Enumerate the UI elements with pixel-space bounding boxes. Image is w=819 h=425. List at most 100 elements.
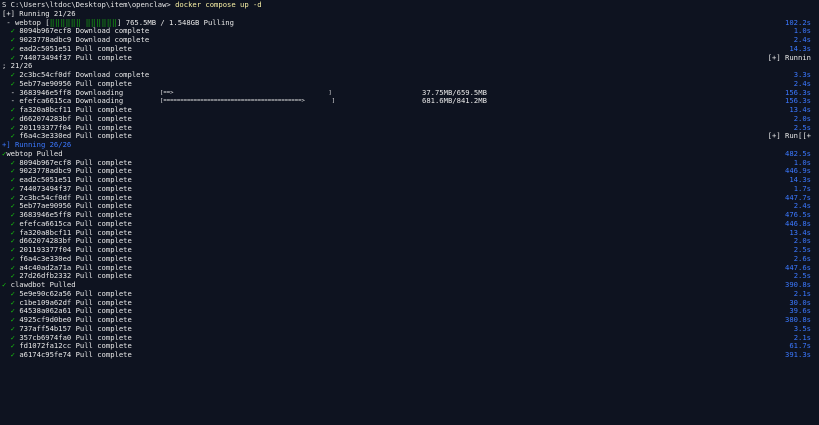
webtop-pulled-label: webtop Pulled — [6, 148, 63, 158]
layer-status: Pull complete — [75, 350, 132, 359]
download-size: 681.6MB/841.2MB — [422, 96, 487, 106]
layer-status: Pull complete — [75, 183, 132, 193]
layer-id: 201193377f04 — [19, 122, 72, 132]
layer-id: 201193377f04 — [19, 245, 72, 254]
layer-id: a4c40ad2a71a — [19, 262, 72, 272]
layer-status: Download complete — [75, 70, 150, 79]
layer-status: Pull complete — [75, 245, 132, 254]
layer-row: ✓ 27d26dfb2332 Pull complete 2.5s — [0, 271, 819, 281]
check-icon: ✓ — [10, 166, 15, 176]
layer-status: Pull complete — [75, 323, 132, 333]
layer-list-2: ✓ 2c3bc54cf0df Download complete 3.3s ✓ 5… — [0, 70, 819, 141]
check-icon: ✓ — [10, 245, 15, 254]
prompt-command: docker compose up -d — [175, 0, 262, 9]
prompt-line: S C:\Users\ltdoc\Desktop\item\openclaw> … — [0, 0, 819, 10]
check-icon: ✓ — [10, 341, 15, 351]
download-progress-bar: [==> ] — [160, 89, 332, 96]
check-icon: ✓ — [10, 183, 15, 193]
layer-status: Pull complete — [75, 105, 132, 114]
layer-id: fa320a8bcf11 — [19, 227, 72, 237]
check-icon: ✓ — [10, 306, 15, 316]
check-icon: ✓ — [10, 105, 15, 114]
check-icon: ✓ — [10, 70, 15, 79]
layer-status: Pull complete — [75, 253, 132, 263]
layer-id: 2c3bc54cf0df — [19, 192, 72, 202]
layer-id: c1be109a62df — [19, 297, 72, 307]
check-icon: ✓ — [10, 253, 15, 263]
dash-icon: - — [10, 96, 15, 106]
check-icon: ✓ — [10, 113, 15, 123]
check-icon: ✓ — [10, 35, 15, 44]
layer-id: ead2c5051e51 — [19, 43, 72, 53]
layer-id: 8094b967ecf8 — [19, 26, 72, 36]
check-icon: ✓ — [10, 122, 15, 132]
layer-row: ✓ f6a4c3e330ed Pull complete [+] Run[[+ — [0, 131, 819, 141]
check-icon: ✓ — [10, 350, 15, 359]
layer-status: Pull complete — [75, 201, 132, 211]
check-icon: ✓ — [10, 288, 15, 298]
layer-id: 3683946e5ff8 — [19, 210, 72, 219]
layer-time: [+] Runnin — [767, 52, 811, 62]
layer-status: Pull complete — [75, 192, 132, 202]
layer-status: Pull complete — [75, 271, 132, 281]
check-icon: ✓ — [10, 52, 15, 62]
layer-id: 2c3bc54cf0df — [19, 70, 72, 79]
check-icon: ✓ — [10, 262, 15, 272]
check-icon: ✓ — [10, 26, 15, 36]
layer-row: ✓ a6174c95fe74 Pull complete 391.3s — [0, 350, 819, 360]
layer-id: 64538a062a61 — [19, 306, 72, 316]
check-icon: ✓ — [10, 236, 15, 246]
layer-time: 391.3s — [785, 350, 811, 359]
layer-status: Pull complete — [75, 332, 132, 342]
check-icon: ✓ — [10, 43, 15, 53]
layer-id: 744073494f37 — [19, 183, 72, 193]
check-icon: ✓ — [10, 227, 15, 237]
clawdbot-pulled-label: clawdbot Pulled — [10, 280, 76, 289]
layer-id: f6a4c3e330ed — [19, 253, 72, 263]
check-icon: ✓ — [10, 218, 15, 228]
layer-status: Download complete — [75, 26, 150, 36]
layer-id: a6174c95fe74 — [19, 350, 72, 359]
layer-status: Pull complete — [75, 227, 132, 237]
layer-status: Pull complete — [75, 157, 132, 167]
check-icon: ✓ — [2, 280, 7, 289]
layer-status: Pull complete — [75, 288, 132, 298]
layer-id: f6a4c3e330ed — [19, 131, 72, 141]
layer-id: ead2c5051e51 — [19, 175, 72, 184]
layer-id: 5eb77ae90956 — [19, 78, 72, 88]
layer-status: Pull complete — [75, 131, 132, 141]
layer-status: Pull complete — [75, 236, 132, 246]
layer-id: fd1072fa12cc — [19, 341, 72, 351]
layer-id: 8094b967ecf8 — [19, 157, 72, 167]
layer-id: efefca6615ca — [19, 218, 72, 228]
check-icon: ✓ — [10, 297, 15, 307]
layer-id: d662074283bf — [19, 236, 72, 246]
terminal-window[interactable]: S C:\Users\ltdoc\Desktop\item\openclaw> … — [0, 0, 819, 425]
layer-id: 9023778adbc9 — [19, 35, 72, 44]
layer-status: Pull complete — [75, 306, 132, 316]
layer-status: Pull complete — [75, 210, 132, 219]
layer-row: ✓ 744073494f37 Pull complete [+] Runnin — [0, 52, 819, 63]
scrollbar[interactable] — [815, 0, 819, 424]
layer-id: 737aff54b157 — [19, 323, 72, 333]
layer-id: d662074283bf — [19, 113, 72, 123]
check-icon: ✓ — [10, 332, 15, 342]
layer-status: Downloading — [75, 87, 124, 97]
layer-id: fa320a8bcf11 — [19, 105, 72, 114]
running2-header: +] Running 26/26 — [0, 140, 819, 150]
layer-list-3: ✓ 8094b967ecf8 Pull complete 1.0s ✓ 90237… — [0, 157, 819, 282]
layer-time: [+] Run[[+ — [767, 131, 811, 141]
webtop-progress-suffix: ] 765.5MB / 1.548GB Pulling — [117, 17, 234, 27]
layer-status: Pull complete — [75, 78, 132, 88]
download-progress-bar: [=======================================… — [160, 98, 336, 105]
layer-id: 4925cf9d0be0 — [19, 315, 72, 324]
layer-id: efefca6615ca — [19, 96, 72, 106]
layer-status: Pull complete — [75, 218, 132, 228]
layer-status: Downloading — [75, 96, 124, 106]
check-icon: ✓ — [10, 175, 15, 184]
layer-id: 357cb6974fa0 — [19, 332, 72, 342]
check-icon: ✓ — [10, 210, 15, 219]
dash-icon: - — [10, 87, 15, 97]
layer-list-4: ✓ 5e9e90c62a56 Pull complete 2.1s ✓ c1be1… — [0, 288, 819, 360]
layer-id: 9023778adbc9 — [19, 166, 72, 176]
